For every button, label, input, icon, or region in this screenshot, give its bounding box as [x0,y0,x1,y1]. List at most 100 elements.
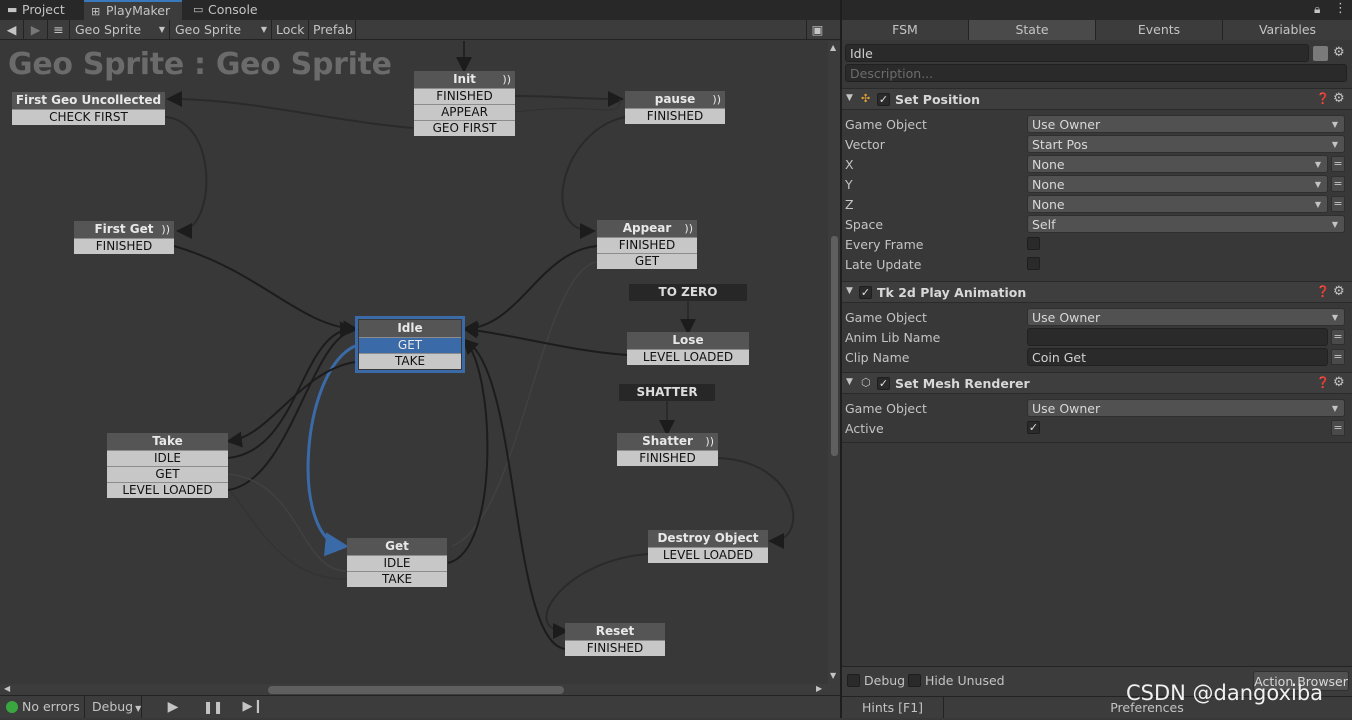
z-dropdown[interactable]: None ▼ [1027,195,1328,213]
game-object-dropdown[interactable]: Use Owner ▼ [1027,399,1345,417]
play-button[interactable]: ▶ [160,696,186,718]
transition-finished[interactable]: FINISHED [565,640,665,656]
transition-get[interactable]: GET [597,253,697,269]
transition-level-loaded[interactable]: LEVEL LOADED [648,547,768,563]
more-options-icon[interactable]: ⋮ [1334,1,1347,16]
foldout-arrow-icon[interactable]: ▼ [846,93,853,103]
state-pause[interactable]: pause)) FINISHED [625,91,725,124]
hide-unused-checkbox[interactable] [908,674,921,687]
variable-toggle-button[interactable]: = [1331,176,1345,192]
transition-level-loaded[interactable]: LEVEL LOADED [107,482,228,498]
action-set-mesh-renderer[interactable]: ▼ ⬡ ✓ Set Mesh Renderer ❓ ⚙ [842,372,1352,394]
space-dropdown[interactable]: Self ▼ [1027,215,1345,233]
state-name-field[interactable]: Idle [845,44,1309,62]
error-status[interactable]: No errors [6,696,86,718]
tab-project[interactable]: ▬ Project [0,0,72,20]
variable-toggle-button[interactable]: = [1331,329,1345,345]
state-first-geo-uncollected[interactable]: First Geo Uncollected CHECK FIRST [12,92,165,125]
active-checkbox[interactable]: ✓ [1027,421,1040,434]
state-get[interactable]: Get IDLE TAKE [347,538,447,587]
lock-button[interactable]: Lock [272,20,309,39]
y-dropdown[interactable]: None ▼ [1027,175,1328,193]
tab-variables[interactable]: Variables [1223,20,1352,40]
transition-get[interactable]: GET [359,337,461,353]
scroll-right-icon[interactable]: ▶ [816,684,822,693]
state-color-swatch[interactable] [1313,46,1328,61]
tab-events[interactable]: Events [1096,20,1223,40]
game-object-dropdown[interactable]: Use Owner ▼ [1027,308,1345,326]
state-first-get[interactable]: First Get)) FINISHED [74,221,174,254]
x-dropdown[interactable]: None ▼ [1027,155,1328,173]
transition-take[interactable]: TAKE [347,571,447,587]
graph-view-icon[interactable]: ▣ [806,20,828,39]
game-object-dropdown[interactable]: Use Owner ▼ [1027,115,1345,133]
transition-check-first[interactable]: CHECK FIRST [12,109,165,125]
description-field[interactable]: Description... [845,64,1347,82]
scroll-left-icon[interactable]: ◀ [4,684,10,693]
canvas-horizontal-scrollbar[interactable]: ◀ ▶ [0,684,840,695]
scroll-down-icon[interactable]: ▼ [830,671,836,680]
action-enabled-checkbox[interactable]: ✓ [877,93,890,106]
foldout-arrow-icon[interactable]: ▼ [846,377,853,387]
every-frame-checkbox[interactable] [1027,237,1040,250]
state-reset[interactable]: Reset FINISHED [565,623,665,656]
action-set-position[interactable]: ▼ ✣ ✓ Set Position ❓ ⚙ [842,88,1352,110]
transition-level-loaded[interactable]: LEVEL LOADED [627,349,749,365]
variable-toggle-button[interactable]: = [1331,349,1345,365]
global-event-to-zero[interactable]: TO ZERO [629,284,747,301]
hints-button[interactable]: Hints [F1] [842,697,944,718]
variable-toggle-button[interactable]: = [1331,156,1345,172]
debug-dropdown[interactable]: Debug ▼ [84,696,142,718]
fsm-graph-canvas[interactable]: Geo Sprite : Geo Sprite Init)) FINISHED… [0,41,828,684]
global-event-shatter[interactable]: SHATTER [619,384,715,401]
tab-state[interactable]: State [969,20,1096,40]
transition-finished[interactable]: FINISHED [414,88,515,104]
step-button[interactable]: ▶❙ [240,696,266,718]
horizontal-scroll-thumb[interactable] [268,686,564,694]
tab-console[interactable]: ▭ Console [186,0,266,20]
action-enabled-checkbox[interactable]: ✓ [877,377,890,390]
variable-toggle-button[interactable]: = [1331,420,1345,436]
help-icon[interactable]: ❓ [1316,376,1330,389]
state-shatter[interactable]: Shatter)) FINISHED [617,433,718,466]
vertical-scroll-thumb[interactable] [831,236,838,456]
state-idle[interactable]: Idle GET TAKE [355,316,465,373]
variable-toggle-button[interactable]: = [1331,196,1345,212]
transition-appear[interactable]: APPEAR [414,104,515,120]
transition-geo-first[interactable]: GEO FIRST [414,120,515,136]
gear-icon[interactable]: ⚙ [1333,375,1345,390]
action-enabled-checkbox[interactable]: ✓ [859,286,872,299]
state-init[interactable]: Init)) FINISHED APPEAR GEO FIRST [414,71,515,136]
canvas-vertical-scrollbar[interactable]: ▲ ▼ [828,41,840,684]
action-tk2d-play-animation[interactable]: ▼ ✓ Tk 2d Play Animation ❓ ⚙ [842,281,1352,303]
menu-icon[interactable]: ≡ [48,20,70,39]
help-icon[interactable]: ❓ [1316,92,1330,105]
pause-button[interactable]: ❚❚ [200,696,226,718]
state-take[interactable]: Take IDLE GET LEVEL LOADED [107,433,228,498]
gear-icon[interactable]: ⚙ [1333,91,1345,106]
transition-finished[interactable]: FINISHED [625,108,725,124]
state-appear[interactable]: Appear)) FINISHED GET [597,220,697,269]
transition-get[interactable]: GET [107,466,228,482]
help-icon[interactable]: ❓ [1316,285,1330,298]
transition-finished[interactable]: FINISHED [597,237,697,253]
vector-dropdown[interactable]: Start Pos ▼ [1027,135,1345,153]
tab-playmaker[interactable]: ⊞ PlayMaker [84,0,182,20]
gear-icon[interactable]: ⚙ [1333,284,1345,299]
transition-idle[interactable]: IDLE [347,555,447,571]
transition-finished[interactable]: FINISHED [617,450,718,466]
clip-name-field[interactable]: Coin Get [1027,348,1328,366]
state-lose[interactable]: Lose LEVEL LOADED [627,332,749,365]
gear-icon[interactable]: ⚙ [1333,45,1345,60]
fsm-owner-dropdown[interactable]: Geo Sprite ▼ [70,20,170,39]
forward-arrow-icon[interactable]: ▶ [24,20,48,39]
state-destroy-object[interactable]: Destroy Object LEVEL LOADED [648,530,768,563]
scroll-up-icon[interactable]: ▲ [830,43,836,52]
foldout-arrow-icon[interactable]: ▼ [846,286,853,296]
late-update-checkbox[interactable] [1027,257,1040,270]
back-arrow-icon[interactable]: ◀ [0,20,24,39]
transition-idle[interactable]: IDLE [107,450,228,466]
fsm-name-dropdown[interactable]: Geo Sprite ▼ [170,20,272,39]
debug-checkbox[interactable] [847,674,860,687]
prefab-button[interactable]: Prefab [309,20,356,39]
